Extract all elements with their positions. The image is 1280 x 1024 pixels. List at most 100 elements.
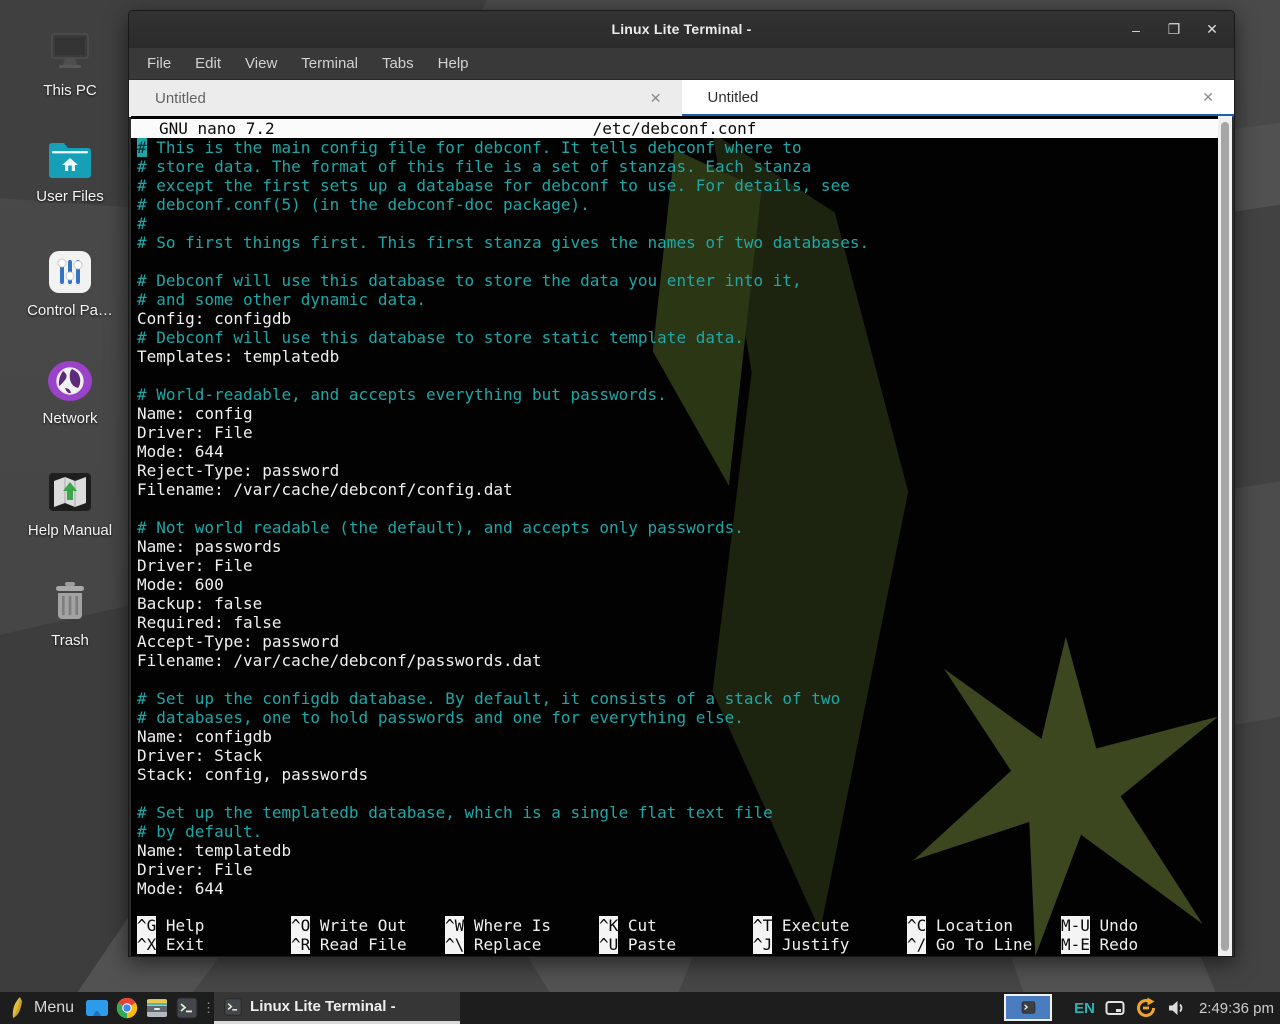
desktop: This PC User Files Control Pa… Network Help … (0, 0, 1280, 1024)
start-menu-button[interactable]: Menu (0, 992, 82, 1024)
tab-close-icon[interactable]: ✕ (1202, 89, 1214, 106)
file-manager-launcher[interactable] (142, 992, 172, 1024)
menu-view[interactable]: View (235, 51, 287, 76)
clock[interactable]: 2:49:36 pm (1197, 1000, 1274, 1017)
terminal-launcher[interactable] (172, 992, 202, 1024)
nano-line (137, 252, 1218, 271)
terminal-scrollbar[interactable] (1218, 116, 1232, 956)
workspace-switcher[interactable] (1004, 994, 1052, 1021)
shortcut-key: ^\ (445, 935, 464, 954)
nano-line: Filename: /var/cache/debconf/config.dat (137, 480, 1218, 499)
nano-text-area[interactable]: # This is the main config file for debco… (131, 138, 1218, 917)
volume-icon[interactable] (1167, 999, 1187, 1017)
help-manual-icon (46, 468, 94, 516)
nano-line (137, 499, 1218, 518)
desktop-icon-label: User Files (36, 188, 104, 205)
nano-line: # Set up the configdb database. By defau… (137, 689, 1218, 708)
update-notifier-icon[interactable] (1135, 997, 1157, 1019)
shortcut-label: Where Is (474, 916, 551, 935)
nano-line: # Not world readable (the default), and … (137, 518, 1218, 537)
nano-shortcut: ^R Read File (291, 935, 407, 954)
tab-close-icon[interactable]: ✕ (650, 90, 662, 107)
window-titlebar[interactable]: Linux Lite Terminal - – ❐ ✕ (129, 11, 1234, 48)
menu-terminal[interactable]: Terminal (291, 51, 368, 76)
chrome-launcher[interactable] (112, 992, 142, 1024)
shortcut-key: ^R (291, 935, 310, 954)
nano-line: Reject-Type: password (137, 461, 1218, 480)
desktop-icon-control-panel[interactable]: Control Pa… (14, 248, 126, 319)
scrollbar-thumb[interactable] (1221, 122, 1229, 951)
nano-line: # and some other dynamic data. (137, 290, 1218, 309)
network-globe-icon (45, 358, 95, 404)
nano-shortcut: ^W Where Is (445, 916, 551, 935)
menu-edit[interactable]: Edit (185, 51, 231, 76)
taskbar: Menu (0, 992, 1280, 1024)
desktop-icon-this-pc[interactable]: This PC (14, 28, 126, 99)
shortcut-label: Redo (1100, 935, 1139, 954)
desktop-icon-label: Help Manual (28, 522, 112, 539)
shortcut-key: M-U (1061, 916, 1090, 935)
nano-line: Config: configdb (137, 309, 1218, 328)
nano-line: # World-readable, and accepts everything… (137, 385, 1218, 404)
tab-label: Untitled (682, 89, 759, 106)
nano-editor[interactable]: GNU nano 7.2 /etc/debconf.conf # This is… (131, 116, 1218, 956)
menu-help[interactable]: Help (428, 51, 479, 76)
shortcut-label: Exit (166, 935, 205, 954)
menu-tabs[interactable]: Tabs (372, 51, 424, 76)
nano-shortcut: ^G Help (137, 916, 204, 935)
nano-shortcut: ^K Cut (599, 916, 657, 935)
terminal-icon (1021, 1001, 1036, 1014)
nano-line: Driver: Stack (137, 746, 1218, 765)
desktop-icon-network[interactable]: Network (14, 358, 126, 427)
nano-shortcut: M-E Redo (1061, 935, 1138, 954)
nano-line: # This is the main config file for debco… (137, 138, 1218, 157)
shortcut-label: Read File (320, 935, 407, 954)
nano-line: # debconf.conf(5) (in the debconf-doc pa… (137, 195, 1218, 214)
desktop-icon-user-files[interactable]: User Files (14, 138, 126, 205)
tab-untitled-1[interactable]: Untitled ✕ (129, 80, 682, 117)
chrome-icon (116, 997, 138, 1019)
display-settings-tray-icon[interactable] (1105, 1000, 1125, 1016)
home-folder-icon (45, 138, 95, 182)
keyboard-layout-indicator[interactable]: EN (1074, 1000, 1095, 1017)
tab-untitled-2[interactable]: Untitled ✕ (682, 80, 1235, 117)
tab-bar: Untitled ✕ Untitled ✕ (129, 80, 1234, 117)
taskbar-window-button[interactable]: Linux Lite Terminal - (214, 992, 460, 1024)
nano-shortcut-bar: ^G Help^O Write Out^W Where Is^K Cut^T E… (137, 916, 1218, 954)
terminal-content[interactable]: GNU nano 7.2 /etc/debconf.conf # This is… (131, 116, 1232, 956)
shortcut-key: ^/ (907, 935, 926, 954)
desktop-icon-help-manual[interactable]: Help Manual (14, 468, 126, 539)
shortcut-key: ^O (291, 916, 310, 935)
nano-line: Mode: 644 (137, 879, 1218, 898)
nano-line: # by default. (137, 822, 1218, 841)
menu-file[interactable]: File (137, 51, 181, 76)
desktop-icon-trash[interactable]: Trash (14, 578, 126, 649)
nano-line (137, 784, 1218, 803)
nano-line: # (137, 214, 1218, 233)
nano-line: Mode: 644 (137, 442, 1218, 461)
file-drawer-icon (146, 998, 168, 1018)
nano-line: # So first things first. This first stan… (137, 233, 1218, 252)
shortcut-key: ^J (753, 935, 772, 954)
nano-line: Name: configdb (137, 727, 1218, 746)
close-button[interactable]: ✕ (1204, 22, 1220, 38)
show-desktop-launcher[interactable] (82, 992, 112, 1024)
nano-shortcut-row-1: ^G Help^O Write Out^W Where Is^K Cut^T E… (137, 916, 1218, 935)
nano-line (137, 366, 1218, 385)
linux-lite-logo-icon (8, 996, 28, 1020)
maximize-button[interactable]: ❐ (1166, 22, 1182, 38)
terminal-icon (224, 998, 242, 1016)
nano-line: Required: false (137, 613, 1218, 632)
nano-line: Name: passwords (137, 537, 1218, 556)
shortcut-key: ^W (445, 916, 464, 935)
taskbar-window-label: Linux Lite Terminal - (250, 998, 396, 1015)
nano-line: Templates: templatedb (137, 347, 1218, 366)
shortcut-label: Execute (782, 916, 849, 935)
nano-line: # Debconf will use this database to stor… (137, 328, 1218, 347)
nano-line: Filename: /var/cache/debconf/passwords.d… (137, 651, 1218, 670)
nano-line: # databases, one to hold passwords and o… (137, 708, 1218, 727)
nano-line: Mode: 600 (137, 575, 1218, 594)
minimize-button[interactable]: – (1128, 22, 1144, 38)
nano-line: Driver: File (137, 556, 1218, 575)
shortcut-label: Location (936, 916, 1013, 935)
